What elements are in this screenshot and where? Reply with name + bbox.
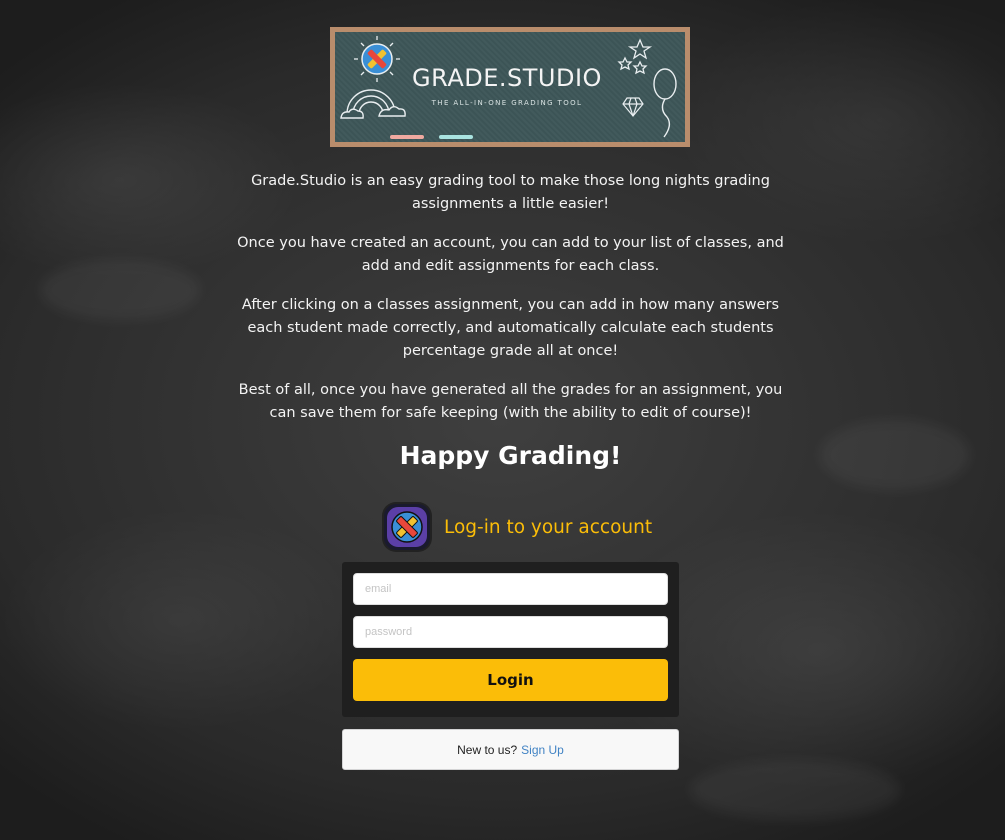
diamond-icon: [622, 97, 644, 117]
email-field[interactable]: [353, 573, 668, 605]
chalk-teal: [439, 135, 473, 139]
intro-paragraph: Once you have created an account, you ca…: [237, 235, 784, 274]
page: GRADE.STUDIO THE ALL-IN-ONE GRADING TOOL…: [0, 0, 1005, 840]
sun-badge-icon: [354, 36, 400, 82]
intro-paragraph: Grade.Studio is an easy grading tool to …: [251, 173, 770, 212]
banner-title: GRADE.STUDIO: [412, 64, 602, 92]
rainbow-icon: [340, 89, 406, 119]
signup-link[interactable]: Sign Up: [521, 743, 564, 757]
intro-paragraph: After clicking on a classes assignment, …: [241, 297, 780, 359]
logo-banner: GRADE.STUDIO THE ALL-IN-ONE GRADING TOOL: [330, 27, 690, 147]
pencil-ruler-icon: [384, 504, 430, 550]
happy-grading-heading: Happy Grading!: [399, 441, 622, 470]
banner-subtitle: THE ALL-IN-ONE GRADING TOOL: [431, 99, 583, 107]
login-form: Login: [342, 562, 679, 717]
balloon-icon: [653, 68, 677, 138]
signup-message: New to us? Sign Up: [342, 729, 679, 770]
password-field[interactable]: [353, 616, 668, 648]
stars-icon: [617, 38, 653, 75]
login-button[interactable]: Login: [353, 659, 668, 701]
chalk-smudge: [690, 760, 900, 820]
intro-text: Grade.Studio is an easy grading tool to …: [228, 170, 793, 441]
login-header: Log-in to your account: [384, 503, 652, 551]
chalk-smudge: [820, 420, 970, 490]
chalk-smudge: [40, 260, 200, 320]
chalk-pink: [390, 135, 424, 139]
intro-paragraph: Best of all, once you have generated all…: [238, 382, 783, 421]
signup-prompt: New to us?: [457, 742, 518, 757]
login-title: Log-in to your account: [444, 516, 653, 538]
